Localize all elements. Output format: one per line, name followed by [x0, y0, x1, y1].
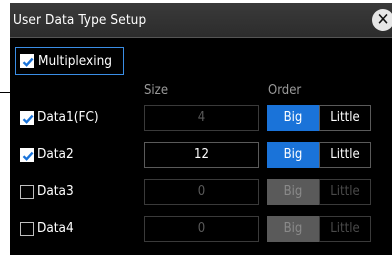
data4-order-little: Little: [319, 216, 371, 242]
data4-size-field: 0: [144, 216, 259, 242]
title-bar: User Data Type Setup ✕: [10, 3, 392, 38]
data2-label: Data2: [37, 146, 74, 162]
data3-order-big: Big: [267, 179, 319, 205]
multiplexing-label: Multiplexing: [38, 53, 112, 69]
order-header: Order: [268, 83, 302, 98]
data4-order-big: Big: [267, 216, 319, 242]
user-data-type-dialog: User Data Type Setup ✕ Multiplexing Size…: [10, 3, 392, 255]
size-header: Size: [144, 83, 169, 98]
data1-order-little[interactable]: Little: [319, 105, 371, 131]
dialog-title: User Data Type Setup: [13, 12, 147, 28]
data3-order-little: Little: [319, 179, 371, 205]
data1-checkbox[interactable]: [20, 111, 34, 125]
multiplexing-checkbox[interactable]: Multiplexing: [15, 47, 124, 75]
data3-size-field: 0: [144, 179, 259, 205]
data2-order-little[interactable]: Little: [319, 142, 371, 168]
close-icon[interactable]: ✕: [372, 9, 392, 31]
checkbox-checked-icon: [20, 54, 34, 68]
data4-checkbox[interactable]: [20, 222, 34, 236]
data2-size-field[interactable]: 12: [144, 142, 259, 168]
data1-label: Data1(FC): [37, 109, 99, 125]
data3-checkbox[interactable]: [20, 185, 34, 199]
data1-order-big[interactable]: Big: [267, 105, 319, 131]
data4-label: Data4: [37, 220, 74, 236]
data2-order-big[interactable]: Big: [267, 142, 319, 168]
data2-checkbox[interactable]: [20, 148, 34, 162]
data3-label: Data3: [37, 183, 74, 199]
data1-size-field: 4: [144, 105, 259, 131]
